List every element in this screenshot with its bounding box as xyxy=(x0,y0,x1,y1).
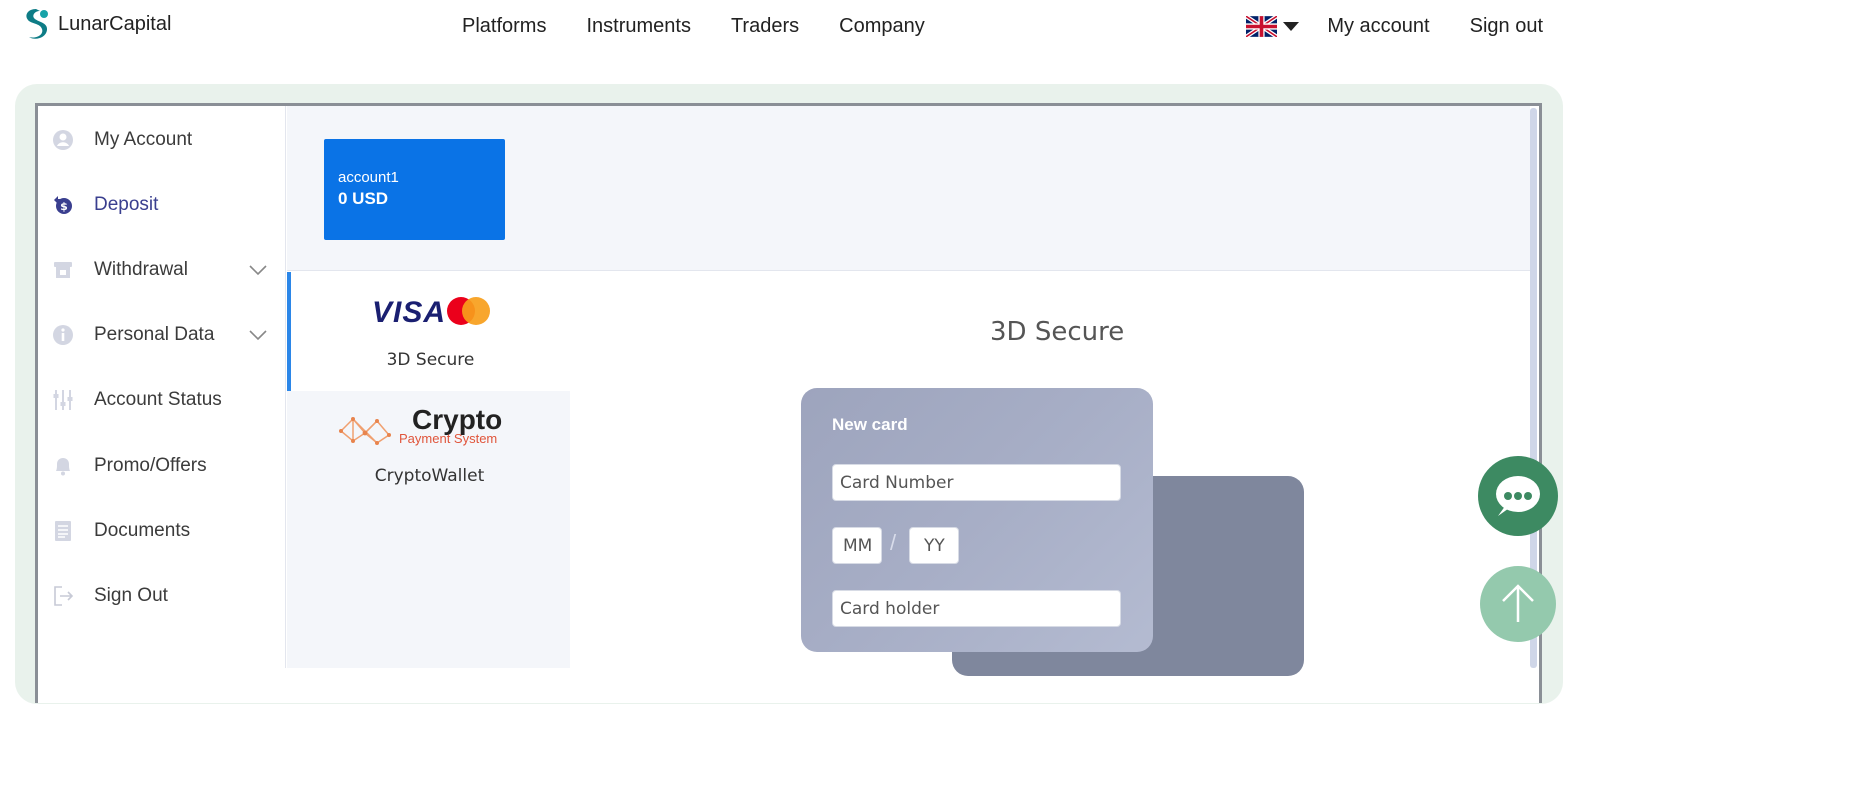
sidebar-item-label: Deposit xyxy=(94,194,159,215)
sidebar: My Account $ Deposit Withdrawal Personal… xyxy=(38,106,286,668)
nav-platforms[interactable]: Platforms xyxy=(462,15,546,38)
page-title: 3D Secure xyxy=(990,317,1125,347)
chevron-down-icon xyxy=(249,265,267,276)
sidebar-item-withdrawal[interactable]: Withdrawal xyxy=(38,250,286,290)
bell-icon xyxy=(56,458,70,476)
account-balance: 0 USD xyxy=(338,189,389,208)
payment-method-label: 3D Secure xyxy=(386,350,475,370)
chat-dot xyxy=(1514,492,1522,500)
main-nav: Platforms Instruments Traders Company xyxy=(462,15,925,38)
sidebar-item-label: Personal Data xyxy=(94,324,215,345)
crypto-logo-subtitle: Payment System xyxy=(399,431,498,446)
expiry-month-placeholder: MM xyxy=(843,535,873,556)
sidebar-item-label: My Account xyxy=(94,129,193,150)
sidebar-item-promo-offers[interactable]: Promo/Offers xyxy=(38,446,286,486)
sidebar-item-sign-out[interactable]: Sign Out xyxy=(38,576,286,616)
sidebar-item-account-status[interactable]: Account Status xyxy=(38,380,286,420)
chevron-down-icon xyxy=(249,330,267,341)
account-name: account1 xyxy=(338,169,399,186)
chat-dot xyxy=(1524,492,1532,500)
arrow-up-icon xyxy=(1502,584,1534,622)
sidebar-item-label: Promo/Offers xyxy=(94,455,207,476)
visa-logo-icon: VISA xyxy=(372,296,447,329)
deposit-icon: $ xyxy=(54,196,72,214)
svg-text:$: $ xyxy=(60,200,68,213)
sidebar-item-documents[interactable]: Documents xyxy=(38,511,286,551)
sign-out-link[interactable]: Sign out xyxy=(1470,15,1543,38)
sliders-icon xyxy=(53,390,73,410)
brand-name: LunarCapital xyxy=(58,12,172,35)
uk-flag-icon xyxy=(1246,16,1278,37)
top-navigation: LunarCapital Platforms Instruments Trade… xyxy=(0,0,1568,56)
my-account-link[interactable]: My account xyxy=(1327,15,1429,38)
expiry-year-field[interactable]: YY xyxy=(909,527,959,564)
sidebar-item-label: Documents xyxy=(94,520,191,541)
card-holder-placeholder: Card holder xyxy=(840,598,940,619)
expiry-month-field[interactable]: MM xyxy=(832,527,882,564)
nav-company[interactable]: Company xyxy=(839,15,925,38)
sign-out-icon xyxy=(54,586,74,606)
sidebar-item-deposit[interactable]: $ Deposit xyxy=(38,185,286,225)
payment-method-3d-secure[interactable] xyxy=(287,272,570,391)
sidebar-item-label: Sign Out xyxy=(94,585,168,606)
lunar-capital-logo-icon xyxy=(26,9,48,39)
chat-button[interactable] xyxy=(1478,456,1558,536)
user-circle-icon xyxy=(53,130,73,150)
logo[interactable]: LunarCapital xyxy=(20,7,171,41)
card-holder-field[interactable]: Card holder xyxy=(832,590,1121,627)
nav-traders[interactable]: Traders xyxy=(731,15,799,38)
date-separator: / xyxy=(890,530,897,555)
sidebar-item-label: Account Status xyxy=(94,389,222,410)
mastercard-logo-circle xyxy=(462,297,490,325)
expiry-year-placeholder: YY xyxy=(924,535,945,556)
payment-method-label: CryptoWallet xyxy=(374,466,485,486)
account-card[interactable]: account1 0 USD xyxy=(324,139,505,240)
card-title: New card xyxy=(832,415,908,434)
chat-dot xyxy=(1504,492,1512,500)
crypto-network-icon xyxy=(339,417,391,445)
sidebar-item-personal-data[interactable]: Personal Data xyxy=(38,315,286,355)
sidebar-item-my-account[interactable]: My Account xyxy=(38,120,286,160)
caret-down-icon xyxy=(1283,22,1300,31)
scroll-to-top-button[interactable] xyxy=(1480,566,1556,642)
sidebar-item-label: Withdrawal xyxy=(94,259,188,280)
card-number-field[interactable]: Card Number xyxy=(832,464,1121,501)
language-selector[interactable] xyxy=(1246,16,1300,37)
card-number-placeholder: Card Number xyxy=(840,472,954,493)
chat-bubble-tail xyxy=(1498,502,1512,516)
nav-instruments[interactable]: Instruments xyxy=(586,15,690,38)
info-icon xyxy=(53,325,73,345)
document-icon xyxy=(55,521,71,541)
withdrawal-icon xyxy=(54,262,72,278)
user-nav: My account Sign out xyxy=(1246,15,1543,38)
